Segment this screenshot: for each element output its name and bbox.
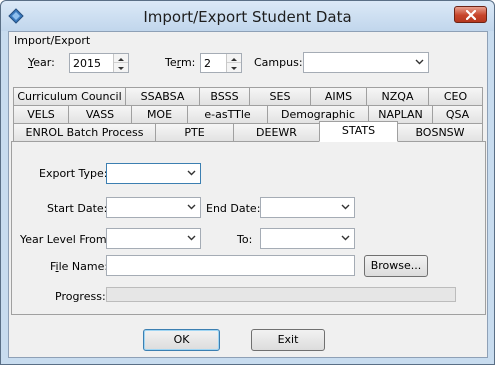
ok-button[interactable]: OK	[143, 329, 220, 351]
tab-qsa[interactable]: QSA	[432, 105, 483, 124]
browse-button[interactable]: Browse...	[364, 255, 428, 277]
tab-stats[interactable]: STATS	[319, 121, 398, 142]
term-spinner[interactable]: 2	[200, 53, 242, 73]
file-name-input[interactable]	[106, 255, 355, 276]
start-date-picker[interactable]	[106, 197, 201, 218]
tab-moe[interactable]: MOE	[131, 105, 188, 124]
chevron-down-icon	[341, 204, 350, 210]
tab-vels[interactable]: VELS	[13, 105, 69, 124]
tab-ses[interactable]: SES	[249, 87, 311, 106]
end-date-picker[interactable]	[260, 197, 355, 218]
tab-ssabsa[interactable]: SSABSA	[125, 87, 200, 106]
tab-enrol-batch-process[interactable]: ENROL Batch Process	[13, 123, 156, 142]
progress-label: Progress:	[55, 290, 106, 303]
term-spinner-arrows	[226, 54, 241, 72]
chevron-down-icon	[415, 59, 424, 65]
year-value: 2015	[73, 57, 101, 70]
tab-nzqa[interactable]: NZQA	[366, 87, 429, 106]
close-button[interactable]	[454, 6, 487, 23]
tab-aims[interactable]: AIMS	[310, 87, 367, 106]
tab-vass[interactable]: VASS	[68, 105, 132, 124]
tab-bsss[interactable]: BSSS	[199, 87, 250, 106]
tab-bosnsw[interactable]: BOSNSW	[397, 123, 483, 142]
chevron-down-icon	[187, 170, 196, 176]
year-up-button[interactable]	[114, 54, 128, 63]
end-date-label: End Date:	[206, 202, 261, 215]
tab-ceo[interactable]: CEO	[428, 87, 483, 106]
term-value: 2	[204, 57, 211, 70]
year-level-to-label: To:	[237, 233, 253, 246]
group-label: Import/Export	[14, 34, 91, 47]
campus-label: Campus:	[254, 56, 303, 69]
year-level-from-label: Year Level From:	[20, 233, 111, 246]
close-icon	[466, 10, 476, 20]
campus-select[interactable]	[303, 52, 429, 73]
year-label: Year:	[28, 56, 55, 69]
year-level-from-select[interactable]	[106, 228, 201, 249]
term-down-button[interactable]	[227, 63, 241, 72]
year-down-button[interactable]	[114, 63, 128, 72]
chevron-down-icon	[118, 67, 124, 70]
tab-pte[interactable]: PTE	[155, 123, 234, 142]
year-spinner-arrows	[113, 54, 128, 72]
year-spinner[interactable]: 2015	[69, 53, 129, 73]
file-name-label: File Name:	[50, 260, 109, 273]
tab-e-asttle[interactable]: e-asTTle	[187, 105, 268, 124]
export-type-select[interactable]	[106, 163, 201, 184]
chevron-down-icon	[341, 235, 350, 241]
tab-deewr[interactable]: DEEWR	[233, 123, 320, 142]
export-type-label: Export Type:	[39, 167, 108, 180]
dialog-window: Import/Export Student Data Import/Export…	[0, 0, 495, 365]
chevron-down-icon	[231, 67, 237, 70]
dialog-body: Import/Export Year: 2015 Term: 2 Campus:…	[8, 31, 488, 358]
chevron-down-icon	[187, 235, 196, 241]
year-level-to-select[interactable]	[260, 228, 355, 249]
window-title: Import/Export Student Data	[143, 8, 352, 26]
title-bar[interactable]: Import/Export Student Data	[1, 1, 494, 31]
exit-button[interactable]: Exit	[251, 329, 325, 351]
progress-bar	[106, 287, 456, 302]
tab-curriculum-council[interactable]: Curriculum Council	[13, 87, 126, 106]
term-up-button[interactable]	[227, 54, 241, 63]
term-label: Term:	[165, 56, 196, 69]
chevron-down-icon	[187, 204, 196, 210]
start-date-label: Start Date:	[47, 202, 108, 215]
